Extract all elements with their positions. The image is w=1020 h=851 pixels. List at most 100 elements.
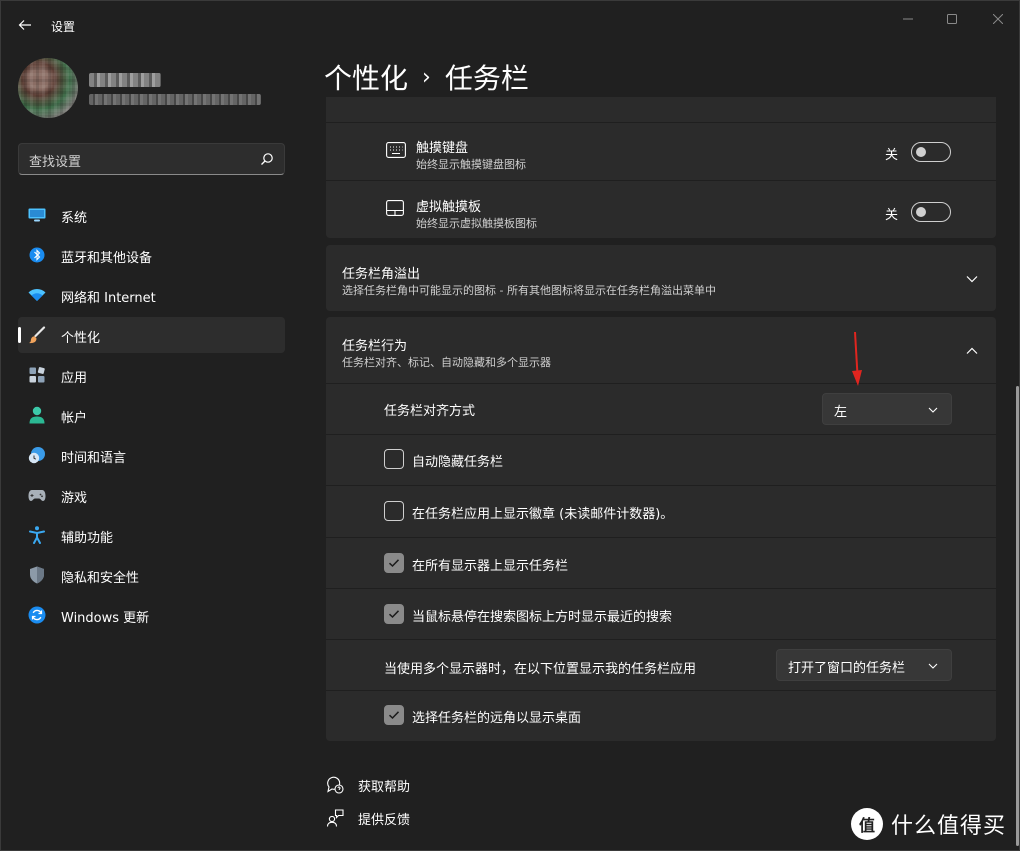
- account-icon: [28, 406, 46, 424]
- multi-display-value: 打开了窗口的任务栏: [788, 661, 906, 676]
- virtual-touchpad-state: 关: [885, 208, 899, 223]
- sidebar-item-label: 辅助功能: [61, 531, 114, 546]
- sidebar-item-label: 网络和 Internet: [61, 291, 156, 306]
- sidebar-item-time-language[interactable]: 时间和语言: [18, 437, 285, 473]
- virtual-touchpad-subtitle: 始终显示虚拟触摸板图标: [416, 217, 537, 230]
- toggle-knob: [916, 147, 926, 157]
- wifi-icon: [28, 286, 46, 304]
- maximize-button[interactable]: [929, 7, 975, 31]
- give-feedback-label: 提供反馈: [358, 813, 411, 828]
- sidebar-item-bluetooth[interactable]: 蓝牙和其他设备: [18, 237, 285, 273]
- sidebar-item-personalization[interactable]: 个性化: [18, 317, 285, 353]
- auto-hide-checkbox[interactable]: [384, 449, 404, 469]
- chevron-down-icon: [928, 407, 938, 413]
- checkmark-icon: [388, 711, 400, 720]
- checkmark-icon: [388, 559, 400, 568]
- touchpad-icon: [386, 200, 404, 216]
- app-title: 设置: [51, 20, 76, 34]
- sidebar-nav: 系统 蓝牙和其他设备 网络和 Internet 个性化 应用 帐户 时间和语言 …: [18, 197, 285, 637]
- touch-keyboard-state: 关: [885, 148, 899, 163]
- title-bar: 设置: [1, 1, 1019, 49]
- badges-row: 在任务栏应用上显示徽章 (未读邮件计数器)。: [326, 486, 996, 537]
- update-icon: [28, 606, 46, 624]
- sidebar-item-apps[interactable]: 应用: [18, 357, 285, 393]
- feedback-icon: [326, 809, 344, 827]
- brush-icon: [28, 326, 46, 344]
- auto-hide-row: 自动隐藏任务栏: [326, 435, 996, 485]
- minimize-button[interactable]: [885, 7, 931, 31]
- sidebar-item-privacy[interactable]: 隐私和安全性: [18, 557, 285, 593]
- search-icon: [261, 153, 273, 165]
- breadcrumb: 个性化 › 任务栏: [324, 57, 529, 97]
- sidebar-item-label: 蓝牙和其他设备: [61, 251, 153, 266]
- sidebar-item-system[interactable]: 系统: [18, 197, 285, 233]
- badges-checkbox[interactable]: [384, 501, 404, 521]
- touch-keyboard-row: 触摸键盘 始终显示触摸键盘图标 关: [326, 123, 996, 180]
- all-displays-row: 在所有显示器上显示任务栏: [326, 538, 996, 588]
- alignment-value: 左: [834, 405, 848, 420]
- back-arrow-icon: [18, 20, 31, 30]
- search-placeholder: 查找设置: [29, 155, 82, 170]
- profile-email: ██████████████████: [89, 94, 261, 105]
- taskbar-behaviors-card: 任务栏行为 任务栏对齐、标记、自动隐藏和多个显示器 任务栏对齐方式 左 自动隐藏…: [326, 317, 996, 741]
- sidebar-item-network[interactable]: 网络和 Internet: [18, 277, 285, 313]
- system-icon: [28, 206, 46, 224]
- taskbar-behaviors-header[interactable]: 任务栏行为 任务栏对齐、标记、自动隐藏和多个显示器: [326, 317, 996, 383]
- alignment-dropdown[interactable]: 左: [822, 393, 952, 425]
- breadcrumb-parent[interactable]: 个性化: [324, 57, 408, 97]
- minimize-icon: [903, 18, 913, 20]
- all-displays-label: 在所有显示器上显示任务栏: [412, 559, 569, 574]
- back-button[interactable]: [13, 13, 37, 37]
- close-button[interactable]: [975, 7, 1019, 31]
- taskbar-corner-overflow-card[interactable]: 任务栏角溢出 选择任务栏角中可能显示的图标 - 所有其他图标将显示在任务栏角溢出…: [326, 245, 996, 311]
- auto-hide-label: 自动隐藏任务栏: [412, 455, 504, 470]
- sidebar-item-gaming[interactable]: 游戏: [18, 477, 285, 513]
- checkmark-icon: [388, 610, 400, 619]
- settings-window: 设置 ████ ██████████████████ 查找设置 系统 蓝: [0, 0, 1020, 851]
- toggle-knob: [916, 207, 926, 217]
- touch-keyboard-subtitle: 始终显示触摸键盘图标: [416, 158, 526, 171]
- maximize-icon: [947, 14, 957, 24]
- search-input[interactable]: 查找设置: [18, 143, 285, 175]
- sidebar-item-accessibility[interactable]: 辅助功能: [18, 517, 285, 553]
- accessibility-icon: [28, 526, 46, 544]
- chevron-up-icon[interactable]: [964, 343, 980, 359]
- profile-name: ████: [89, 73, 161, 87]
- recent-search-label: 当鼠标悬停在搜索图标上方时显示最近的搜索: [412, 610, 673, 625]
- apps-icon: [28, 366, 46, 384]
- sidebar-item-accounts[interactable]: 帐户: [18, 397, 285, 433]
- alignment-label: 任务栏对齐方式: [384, 404, 476, 419]
- sidebar-item-windows-update[interactable]: Windows 更新: [18, 597, 285, 633]
- sidebar-item-label: 时间和语言: [61, 451, 127, 466]
- alignment-row: 任务栏对齐方式 左: [326, 384, 996, 434]
- active-indicator: [18, 327, 21, 343]
- watermark-logo: 值: [851, 808, 883, 840]
- get-help-label: 获取帮助: [358, 780, 411, 795]
- corner-overflow-title: 任务栏角溢出: [342, 267, 421, 282]
- help-icon: [327, 776, 344, 794]
- recent-search-row: 当鼠标悬停在搜索图标上方时显示最近的搜索: [326, 589, 996, 639]
- recent-search-checkbox[interactable]: [384, 604, 404, 624]
- multi-display-dropdown[interactable]: 打开了窗口的任务栏: [776, 649, 952, 681]
- touch-keyboard-toggle[interactable]: [911, 142, 951, 162]
- close-icon: [993, 14, 1003, 24]
- multi-display-row: 当使用多个显示器时，在以下位置显示我的任务栏应用 打开了窗口的任务栏: [326, 640, 996, 690]
- clock-globe-icon: [28, 446, 46, 464]
- bluetooth-icon: [28, 246, 46, 264]
- far-corner-label: 选择任务栏的远角以显示桌面: [412, 711, 582, 726]
- behaviors-subtitle: 任务栏对齐、标记、自动隐藏和多个显示器: [342, 356, 551, 369]
- breadcrumb-separator: ›: [422, 64, 431, 90]
- virtual-touchpad-toggle[interactable]: [911, 202, 951, 222]
- chevron-down-icon: [928, 663, 938, 669]
- chevron-down-icon[interactable]: [964, 271, 980, 287]
- scrollbar[interactable]: [1016, 386, 1019, 846]
- annotation-arrow: [852, 331, 862, 386]
- main-content: 触摸键盘 始终显示触摸键盘图标 关 虚拟触摸板 始终显示虚拟触摸板图标 关 任务…: [326, 97, 996, 850]
- avatar[interactable]: [18, 58, 78, 118]
- touch-keyboard-title: 触摸键盘: [416, 141, 469, 156]
- sidebar-item-label: 隐私和安全性: [61, 571, 140, 586]
- far-corner-checkbox[interactable]: [384, 705, 404, 725]
- keyboard-icon: [386, 142, 406, 158]
- sidebar-item-label: 应用: [61, 371, 88, 386]
- all-displays-checkbox[interactable]: [384, 553, 404, 573]
